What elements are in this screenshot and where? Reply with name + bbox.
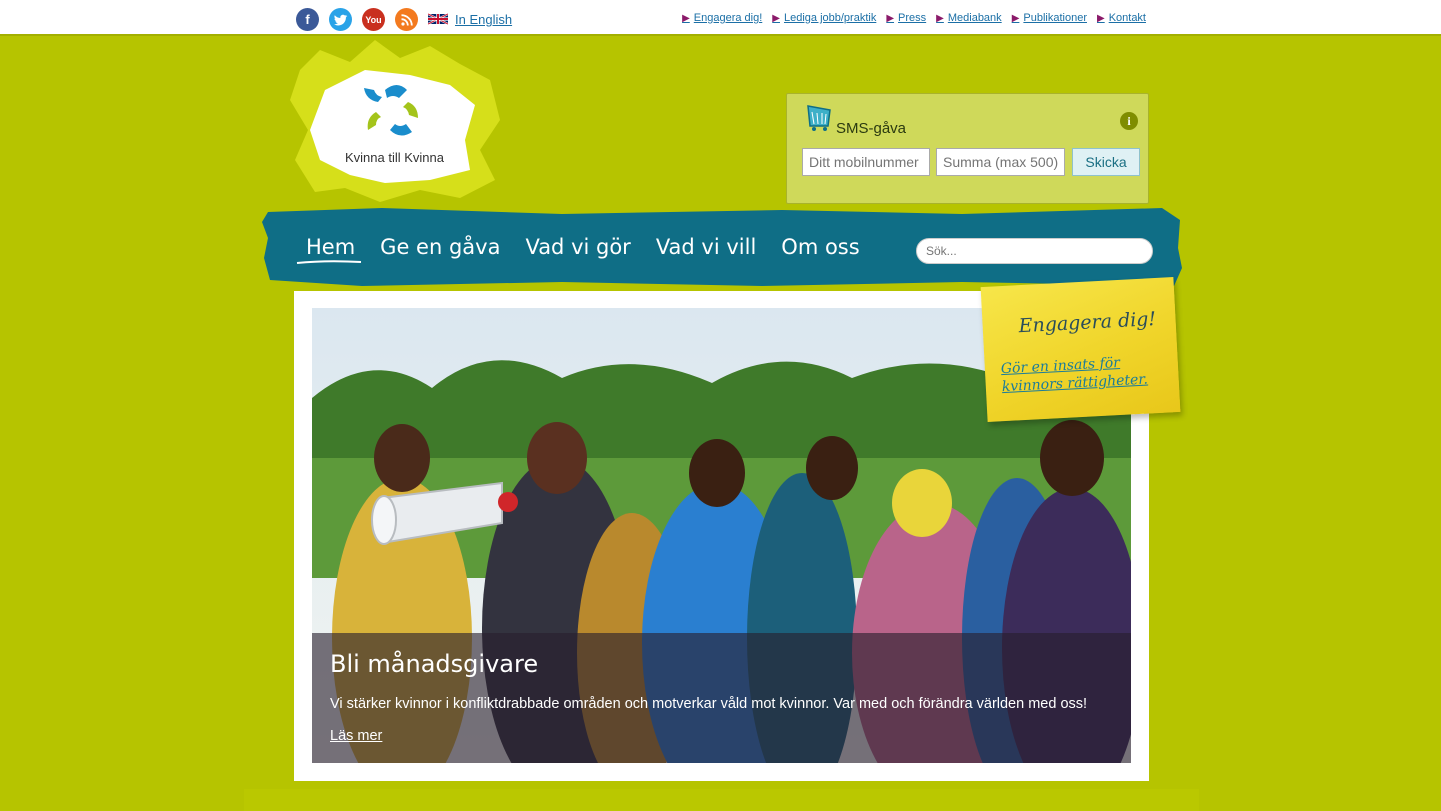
hero-description: Vi stärker kvinnor i konfliktdrabbade om… [330, 696, 1088, 712]
postit-title: Engagera dig! [1018, 308, 1157, 338]
sms-gift-box: SMS-gåva i Skicka [786, 93, 1149, 204]
nav-item-om-oss[interactable]: Om oss [781, 235, 859, 259]
shopping-basket-icon [807, 105, 831, 131]
logo[interactable] [290, 40, 505, 205]
active-underline [296, 260, 362, 264]
chevron-right-icon: ▶ [682, 12, 690, 24]
top-link-jobb[interactable]: ▶ Lediga jobb/praktik [772, 12, 876, 24]
amount-input[interactable] [936, 148, 1065, 176]
nav-item-vad-vi-vill[interactable]: Vad vi vill [656, 235, 756, 259]
facebook-icon[interactable]: f [296, 8, 319, 31]
chevron-right-icon: ▶ [1011, 12, 1020, 24]
chevron-right-icon: ▶ [1096, 12, 1105, 24]
top-link-press[interactable]: ▶ Press [886, 12, 926, 24]
twitter-icon[interactable] [329, 8, 352, 31]
uk-flag-icon[interactable] [428, 12, 448, 26]
top-bar: f You In English ▶ Engagera dig! ▶ Lediga … [0, 0, 1441, 36]
postit-link[interactable]: Gör en insats för kvinnors rättigheter. [1000, 353, 1149, 397]
search-input[interactable] [916, 238, 1153, 264]
english-link[interactable]: In English [455, 12, 512, 27]
nav-item-vad-vi-gor[interactable]: Vad vi gör [525, 235, 630, 259]
top-link-kontakt[interactable]: ▶ Kontakt [1097, 12, 1146, 24]
chevron-right-icon: ▶ [936, 12, 944, 24]
sms-title: SMS-gåva [836, 120, 907, 137]
bottom-band [244, 789, 1199, 811]
chevron-right-icon: ▶ [886, 12, 895, 24]
nav-item-hem[interactable]: Hem [306, 235, 355, 259]
nav-item-ge-en-gava[interactable]: Ge en gåva [380, 235, 500, 259]
top-links: ▶ Engagera dig! ▶ Lediga jobb/praktik ▶ Pre… [682, 12, 1146, 24]
top-link-mediabank[interactable]: ▶ Mediabank [936, 12, 1002, 24]
send-button[interactable]: Skicka [1072, 148, 1140, 176]
youtube-icon[interactable]: You [362, 8, 385, 31]
main-nav: Hem Ge en gåva Vad vi gör Vad vi vill Om… [306, 235, 860, 259]
hero-title: Bli månadsgivare [330, 650, 539, 678]
read-more-link[interactable]: Läs mer [330, 728, 382, 744]
engage-postit[interactable]: Engagera dig! Gör en insats för kvinnors … [980, 277, 1181, 422]
top-link-publikationer[interactable]: ▶ Publikationer [1012, 12, 1087, 24]
info-icon[interactable]: i [1120, 112, 1138, 130]
chevron-right-icon: ▶ [772, 12, 780, 24]
rss-icon[interactable] [395, 8, 418, 31]
logo-text: Kvinna till Kvinna [345, 150, 444, 165]
phone-input[interactable] [802, 148, 930, 176]
top-link-engagera[interactable]: ▶ Engagera dig! [682, 12, 762, 24]
